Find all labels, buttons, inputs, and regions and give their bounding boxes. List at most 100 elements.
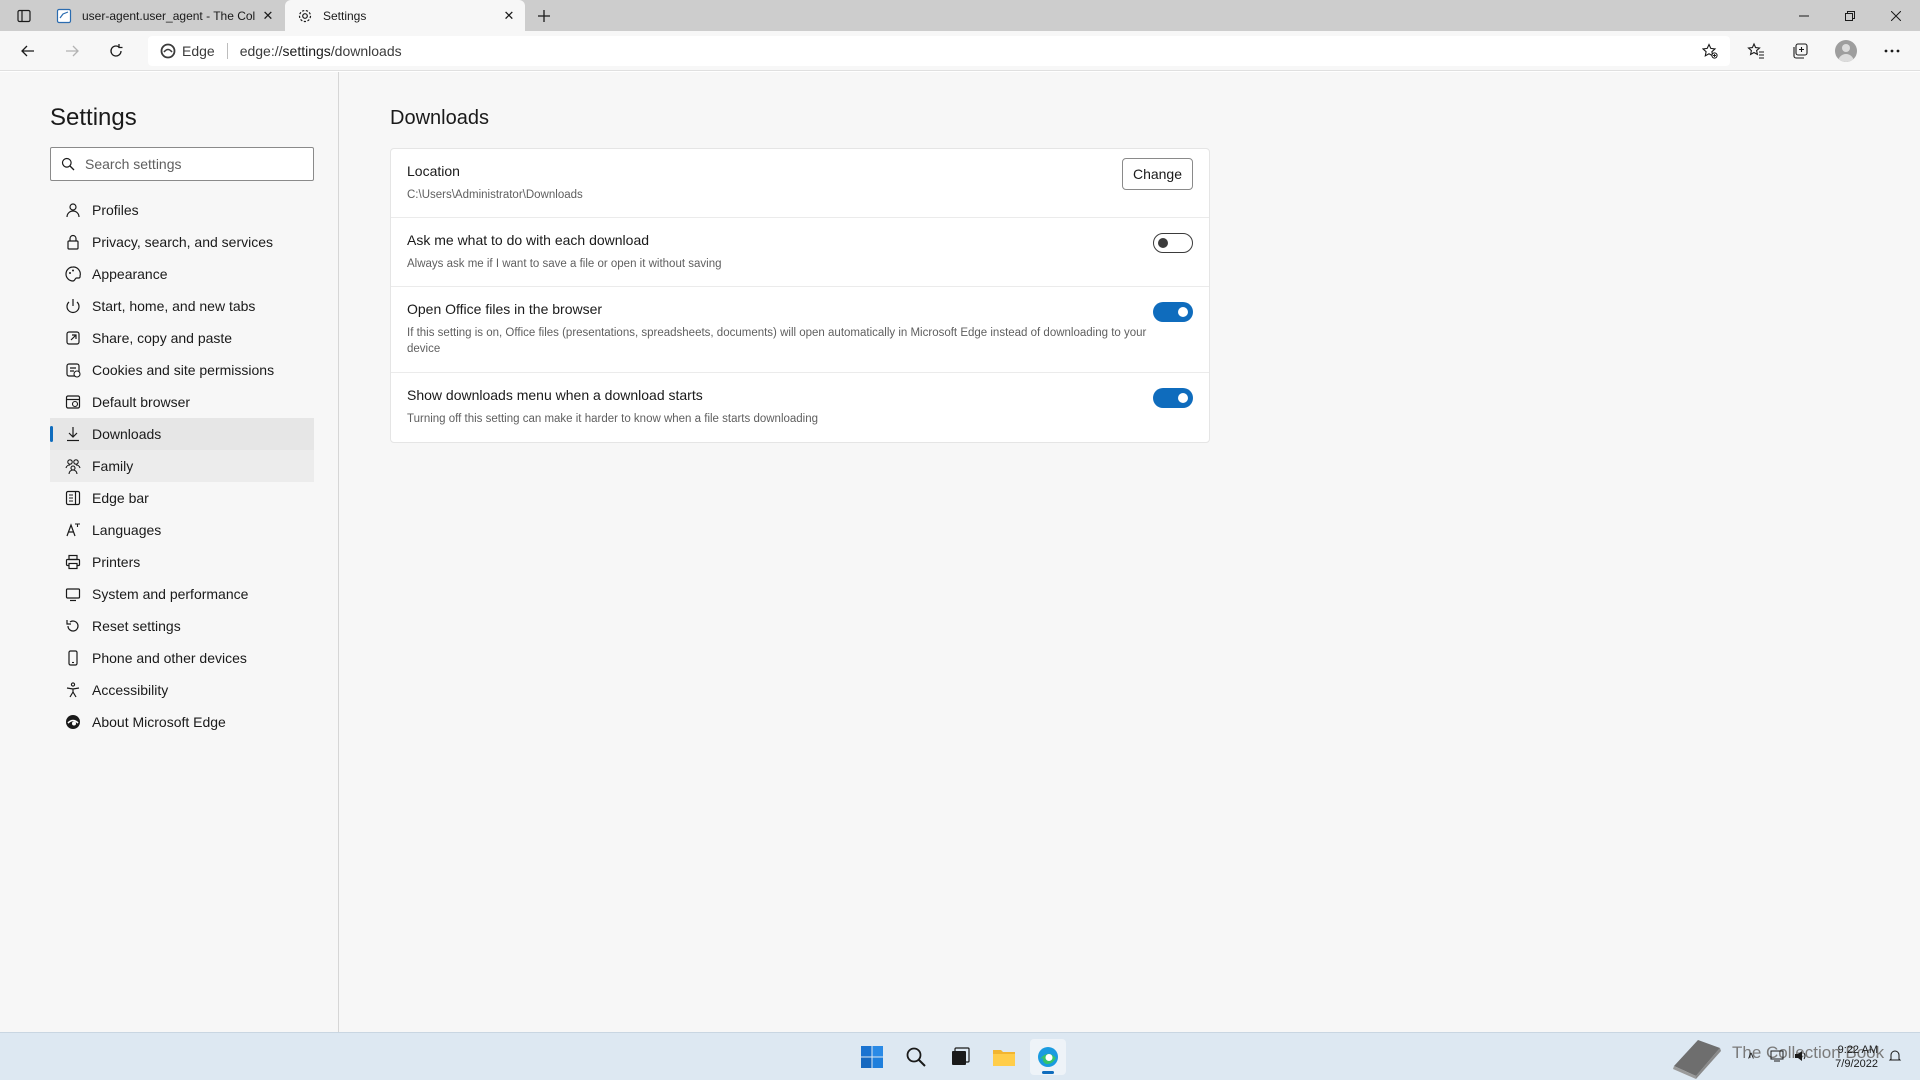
collections-button[interactable]: [1784, 35, 1816, 67]
divider: [226, 43, 228, 59]
settings-nav: Profiles Privacy, search, and services App…: [50, 194, 314, 738]
phone-icon: [64, 649, 82, 667]
sidebar-item-label: Family: [92, 458, 134, 474]
tab-user-agent[interactable]: user-agent.user_agent - The Col ✕: [46, 0, 284, 31]
start-button[interactable]: [854, 1039, 890, 1075]
sidebar-item-label: Languages: [92, 522, 162, 538]
minimize-button[interactable]: [1781, 0, 1827, 31]
tab-actions-icon: [17, 9, 31, 23]
windows-taskbar: The Collection Book ˄ 9:22 AM 7/9/2022: [0, 1032, 1920, 1080]
sidebar-item-label: Profiles: [92, 202, 139, 218]
avatar: [1835, 40, 1857, 62]
sidebar-item-phone-and-other-devices[interactable]: Phone and other devices: [50, 642, 314, 674]
sidebar-item-downloads[interactable]: Downloads: [50, 418, 314, 450]
close-tab-icon[interactable]: ✕: [256, 4, 280, 28]
change-location-button[interactable]: Change: [1121, 158, 1193, 190]
sidebar-item-reset-settings[interactable]: Reset settings: [50, 610, 314, 642]
close-tab-icon[interactable]: ✕: [497, 4, 521, 28]
site-info[interactable]: Edge: [148, 43, 215, 59]
sidebar-item-about-microsoft-edge[interactable]: About Microsoft Edge: [50, 706, 314, 738]
add-favorite-button[interactable]: [1698, 40, 1722, 62]
edge-taskbar-button[interactable]: [1030, 1039, 1066, 1075]
appearance-icon: [64, 265, 82, 283]
office-files-toggle[interactable]: [1153, 302, 1193, 322]
favorites-icon: [1747, 42, 1764, 59]
setting-title: Show downloads menu when a download star…: [407, 387, 703, 403]
sidebar-item-edge-bar[interactable]: Edge bar: [50, 482, 314, 514]
cookies-icon: [64, 361, 82, 379]
search-input[interactable]: [85, 156, 305, 172]
sidebar-item-appearance[interactable]: Appearance: [50, 258, 314, 290]
more-menu-button[interactable]: [1876, 35, 1908, 67]
setting-row-downloads-menu: Show downloads menu when a download star…: [391, 373, 1209, 442]
url-host: settings: [282, 43, 331, 59]
search-icon: [906, 1047, 926, 1067]
tray-overflow-icon[interactable]: ˄: [1742, 1047, 1760, 1065]
restore-button[interactable]: [1827, 0, 1873, 31]
sidebar-item-system-and-performance[interactable]: System and performance: [50, 578, 314, 610]
clock-date: 7/9/2022: [1835, 1058, 1878, 1070]
edge-logo-icon: [1038, 1047, 1058, 1067]
sidebar-item-profiles[interactable]: Profiles: [50, 194, 314, 226]
task-view-icon: [952, 1047, 970, 1065]
setting-description: Turning off this setting can make it har…: [407, 413, 819, 425]
close-icon: [1891, 10, 1901, 21]
star-add-icon: [1702, 43, 1718, 59]
tab-title: Settings: [323, 8, 367, 23]
address-bar[interactable]: Edge edge://settings/downloads: [148, 36, 1730, 66]
task-view-button[interactable]: [942, 1039, 978, 1075]
refresh-button[interactable]: [100, 35, 132, 67]
sidebar-item-printers[interactable]: Printers: [50, 546, 314, 578]
forward-button[interactable]: [56, 35, 88, 67]
system-icon: [64, 585, 82, 603]
search-taskbar-button[interactable]: [898, 1039, 934, 1075]
family-icon: [64, 457, 82, 475]
sidebar-item-label: Phone and other devices: [92, 650, 247, 666]
sidebar-item-cookies-and-site-permissions[interactable]: Cookies and site permissions: [50, 354, 314, 386]
browser-icon: [64, 393, 82, 411]
printer-icon: [64, 553, 82, 571]
notification-icon[interactable]: [1886, 1047, 1904, 1065]
url-text[interactable]: edge://settings/downloads: [240, 43, 402, 59]
sidebar-item-label: Default browser: [92, 394, 191, 410]
favorites-button[interactable]: [1740, 35, 1772, 67]
profile-icon: [64, 201, 82, 219]
profile-button[interactable]: [1830, 35, 1862, 67]
sidebar-item-label: Edge bar: [92, 490, 149, 506]
settings-page: Settings Profiles Privacy, search, and se…: [0, 72, 1920, 1032]
sidebar-item-label: Printers: [92, 554, 141, 570]
close-window-button[interactable]: [1873, 0, 1919, 31]
sidebar-item-accessibility[interactable]: Accessibility: [50, 674, 314, 706]
file-explorer-button[interactable]: [986, 1039, 1022, 1075]
sidebar-item-start-home-and-new-tabs[interactable]: Start, home, and new tabs: [50, 290, 314, 322]
sidebar-item-languages[interactable]: Languages: [50, 514, 314, 546]
more-icon: [1884, 49, 1900, 53]
edge-logo-icon: [160, 43, 176, 59]
sidebar-item-label: Share, copy and paste: [92, 330, 233, 346]
volume-icon[interactable]: [1792, 1047, 1810, 1065]
sidebar-item-share-copy-and-paste[interactable]: Share, copy and paste: [50, 322, 314, 354]
sidebar-item-family[interactable]: Family: [50, 450, 314, 482]
tab-actions-button[interactable]: [10, 5, 38, 27]
back-arrow-icon: [21, 45, 34, 57]
system-clock[interactable]: 9:22 AM 7/9/2022: [1835, 1043, 1878, 1071]
location-title: Location: [407, 163, 460, 179]
new-tab-button[interactable]: [530, 4, 558, 28]
languages-icon: [64, 521, 82, 539]
downloads-card: Location C:\Users\Administrator\Download…: [390, 148, 1210, 443]
downloads-menu-toggle[interactable]: [1153, 388, 1193, 408]
lock-icon: [64, 233, 82, 251]
search-box[interactable]: [50, 147, 314, 181]
back-button[interactable]: [12, 35, 44, 67]
edge-bar-icon: [64, 489, 82, 507]
tab-settings[interactable]: Settings ✕: [285, 0, 525, 31]
browser-toolbar: Edge edge://settings/downloads: [0, 31, 1920, 71]
sidebar-item-label: Downloads: [92, 426, 162, 442]
sidebar-item-default-browser[interactable]: Default browser: [50, 386, 314, 418]
sidebar-item-privacy-search-and-services[interactable]: Privacy, search, and services: [50, 226, 314, 258]
minimize-icon: [1799, 15, 1809, 16]
settings-sidebar: Settings Profiles Privacy, search, and se…: [0, 72, 339, 1032]
network-icon[interactable]: [1768, 1047, 1786, 1065]
download-icon: [64, 425, 82, 443]
ask-download-toggle[interactable]: [1153, 233, 1193, 253]
